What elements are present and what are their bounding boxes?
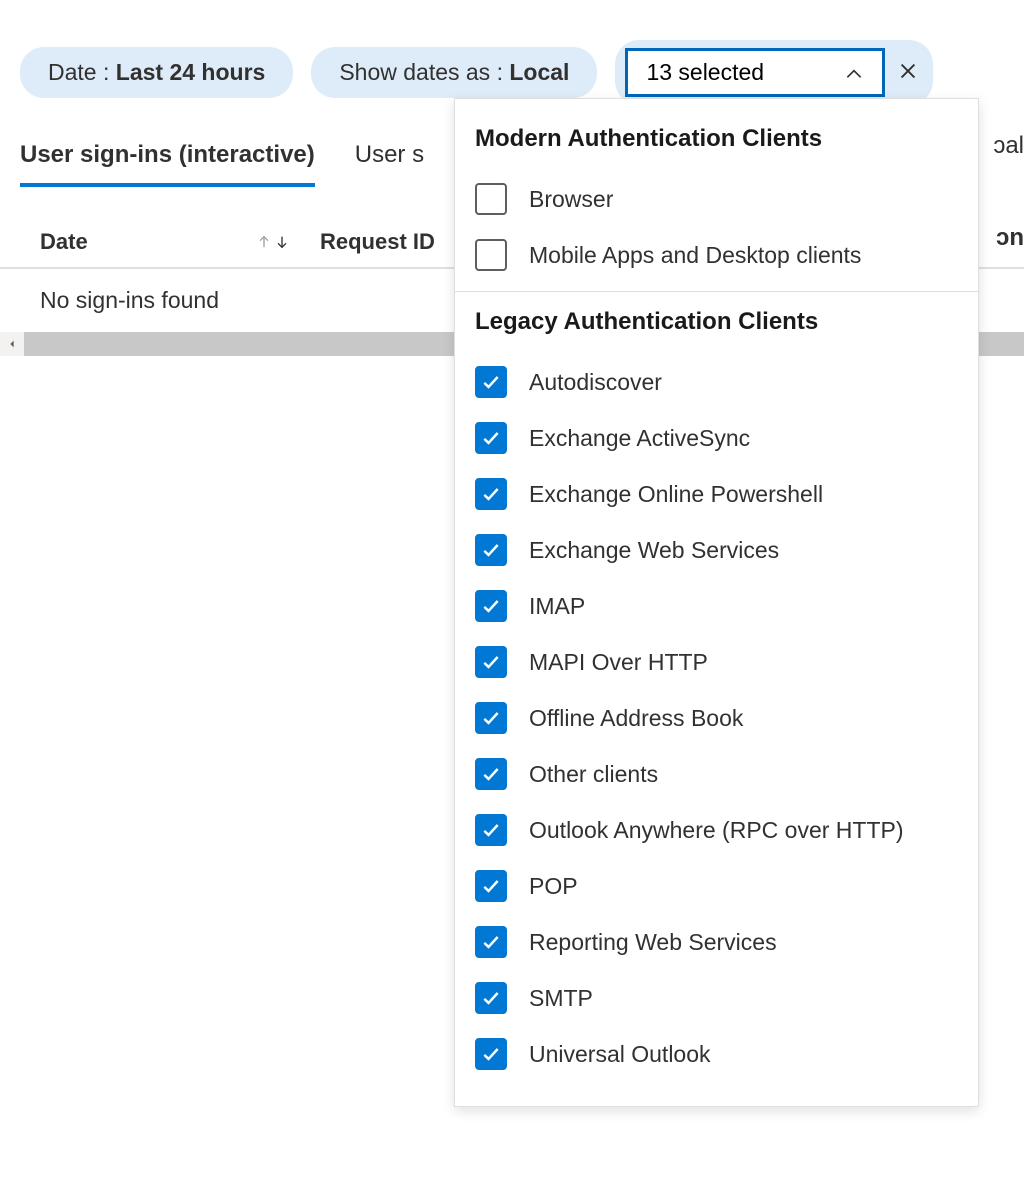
checkbox[interactable]: [475, 814, 507, 846]
tab-partial-right: ɔal: [993, 132, 1024, 160]
checkbox[interactable]: [475, 758, 507, 790]
check-option-modern-0[interactable]: Browser: [475, 171, 958, 227]
show-dates-label: Show dates as :: [339, 59, 509, 85]
checkbox[interactable]: [475, 183, 507, 215]
check-label: Other clients: [529, 761, 658, 788]
checkbox[interactable]: [475, 366, 507, 398]
scroll-left-button[interactable]: [0, 332, 24, 356]
checkbox[interactable]: [475, 870, 507, 902]
check-label: Exchange Online Powershell: [529, 481, 823, 508]
show-dates-value: Local: [509, 59, 569, 85]
check-option-legacy-3[interactable]: Exchange Web Services: [475, 522, 958, 578]
check-label: Browser: [529, 186, 613, 213]
check-option-legacy-10[interactable]: Reporting Web Services: [475, 914, 958, 970]
checkbox[interactable]: [475, 478, 507, 510]
column-date[interactable]: Date: [40, 229, 290, 255]
checkbox[interactable]: [475, 982, 507, 1014]
date-filter-label: Date :: [48, 59, 116, 85]
chevron-up-icon: [844, 63, 864, 83]
checkbox[interactable]: [475, 422, 507, 454]
column-request-id[interactable]: Request ID: [320, 229, 435, 255]
column-date-label: Date: [40, 229, 88, 255]
close-icon[interactable]: [893, 57, 923, 89]
check-option-legacy-7[interactable]: Other clients: [475, 746, 958, 802]
check-label: Offline Address Book: [529, 705, 743, 732]
check-option-legacy-11[interactable]: SMTP: [475, 970, 958, 1026]
client-app-dropdown-panel: Modern Authentication Clients Browser Mob…: [454, 98, 979, 1107]
check-label: Universal Outlook: [529, 1041, 711, 1068]
check-label: MAPI Over HTTP: [529, 649, 708, 676]
check-option-legacy-2[interactable]: Exchange Online Powershell: [475, 466, 958, 522]
check-label: Outlook Anywhere (RPC over HTTP): [529, 817, 904, 844]
checkbox[interactable]: [475, 646, 507, 678]
date-filter-value: Last 24 hours: [116, 59, 266, 85]
check-option-legacy-9[interactable]: POP: [475, 858, 958, 914]
tab-noninteractive-signins[interactable]: User s: [355, 135, 424, 187]
check-label: SMTP: [529, 985, 593, 1012]
client-app-filter-pill: 13 selected: [615, 40, 933, 105]
checkbox[interactable]: [475, 702, 507, 734]
show-dates-filter-pill[interactable]: Show dates as : Local: [311, 47, 597, 98]
date-filter-pill[interactable]: Date : Last 24 hours: [20, 47, 293, 98]
modern-auth-section-title: Modern Authentication Clients: [475, 125, 958, 153]
checkbox[interactable]: [475, 534, 507, 566]
check-option-modern-1[interactable]: Mobile Apps and Desktop clients: [475, 227, 958, 283]
client-app-dropdown[interactable]: 13 selected: [625, 48, 885, 97]
check-option-legacy-0[interactable]: Autodiscover: [475, 354, 958, 410]
check-option-legacy-4[interactable]: IMAP: [475, 578, 958, 634]
legacy-auth-section-title: Legacy Authentication Clients: [475, 308, 958, 336]
check-option-legacy-6[interactable]: Offline Address Book: [475, 690, 958, 746]
check-option-legacy-8[interactable]: Outlook Anywhere (RPC over HTTP): [475, 802, 958, 858]
panel-divider: [455, 291, 978, 292]
check-label: Exchange Web Services: [529, 537, 779, 564]
sort-icon[interactable]: [256, 231, 290, 253]
checkbox[interactable]: [475, 926, 507, 958]
column-partial-right: ɔn: [996, 224, 1024, 252]
checkbox[interactable]: [475, 239, 507, 271]
check-label: POP: [529, 873, 578, 900]
tab-interactive-signins[interactable]: User sign-ins (interactive): [20, 135, 315, 187]
check-option-legacy-12[interactable]: Universal Outlook: [475, 1026, 958, 1082]
check-label: Autodiscover: [529, 369, 662, 396]
check-option-legacy-5[interactable]: MAPI Over HTTP: [475, 634, 958, 690]
check-label: Reporting Web Services: [529, 929, 777, 956]
check-label: IMAP: [529, 593, 585, 620]
check-label: Mobile Apps and Desktop clients: [529, 242, 861, 269]
checkbox[interactable]: [475, 1038, 507, 1070]
check-label: Exchange ActiveSync: [529, 425, 750, 452]
client-app-selected-text: 13 selected: [646, 59, 764, 86]
checkbox[interactable]: [475, 590, 507, 622]
check-option-legacy-1[interactable]: Exchange ActiveSync: [475, 410, 958, 466]
